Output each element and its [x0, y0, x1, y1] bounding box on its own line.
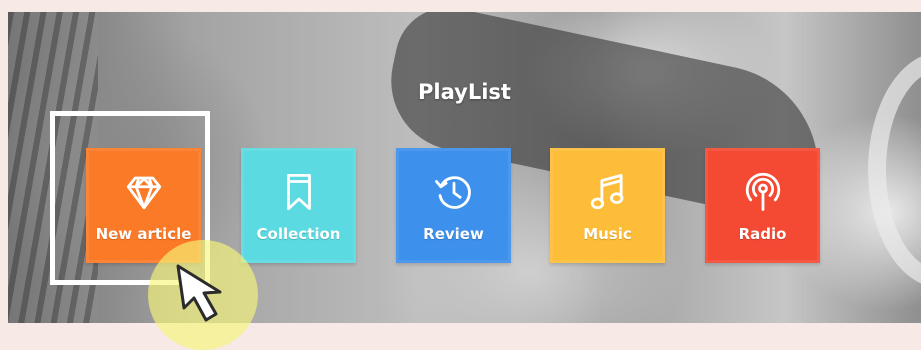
tile-review[interactable]: Review [396, 148, 511, 263]
tile-label: Radio [738, 225, 787, 243]
tile-music[interactable]: Music [550, 148, 665, 263]
music-note-icon [590, 173, 623, 210]
tile-collection[interactable]: Collection [241, 148, 356, 263]
playlist-title: PlayList [418, 80, 511, 104]
radio-broadcast-icon [745, 172, 780, 211]
bookmark-icon [286, 173, 311, 211]
tile-label: Music [583, 225, 632, 243]
history-icon [434, 176, 471, 209]
tile-label: Collection [256, 225, 341, 243]
tile-label: Review [423, 225, 484, 243]
mouse-pointer-icon [176, 264, 222, 322]
tile-radio[interactable]: Radio [705, 148, 820, 263]
